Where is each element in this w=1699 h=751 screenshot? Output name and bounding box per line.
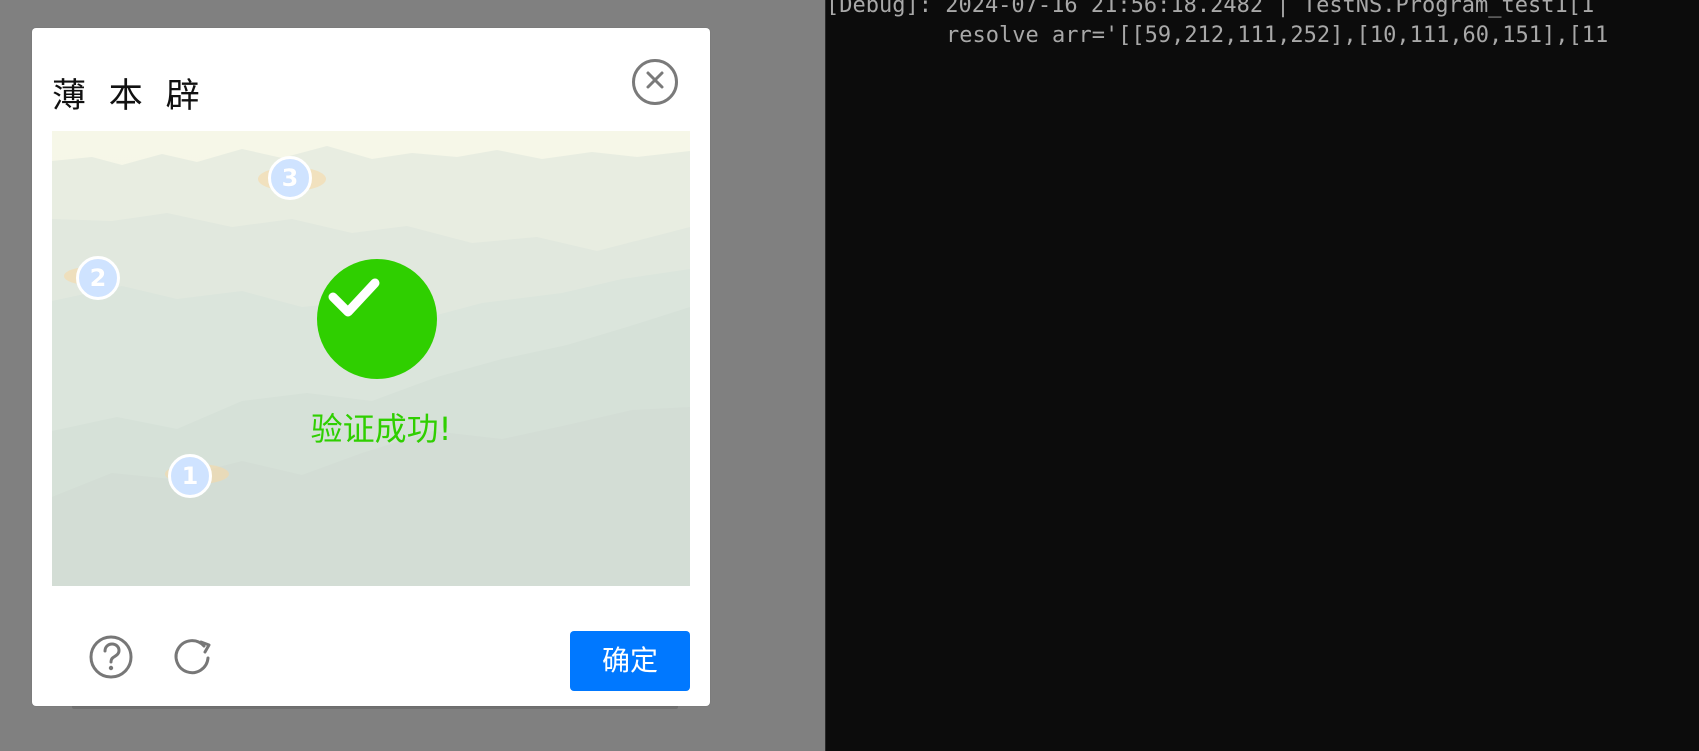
confirm-button[interactable]: 确定 [570, 631, 690, 691]
captcha-panel: 薄 本 辟 1 2 3 验证成功! 确定 [32, 28, 710, 706]
refresh-icon [170, 634, 216, 680]
close-icon [643, 68, 667, 96]
captcha-footer: 确定 [32, 586, 710, 706]
captcha-title: 薄 本 辟 [52, 76, 206, 116]
console-line-2: resolve arr='[[59,212,111,252],[10,111,6… [946, 23, 1609, 48]
help-icon [88, 634, 134, 680]
captcha-marker-3[interactable]: 3 [268, 156, 312, 200]
help-button[interactable] [88, 634, 134, 680]
captcha-marker-1[interactable]: 1 [168, 454, 212, 498]
close-button[interactable] [632, 59, 678, 105]
captcha-image[interactable]: 1 2 3 验证成功! [52, 131, 690, 586]
success-message: 验证成功! [310, 410, 452, 448]
captcha-marker-2[interactable]: 2 [76, 256, 120, 300]
refresh-button[interactable] [170, 634, 216, 680]
console-window: [Debug]: 2024-07-16 21:56:18.2482 | Test… [825, 0, 1699, 751]
console-line-1: [Debug]: 2024-07-16 21:56:18.2482 | Test… [826, 0, 1595, 18]
success-icon [317, 259, 437, 379]
